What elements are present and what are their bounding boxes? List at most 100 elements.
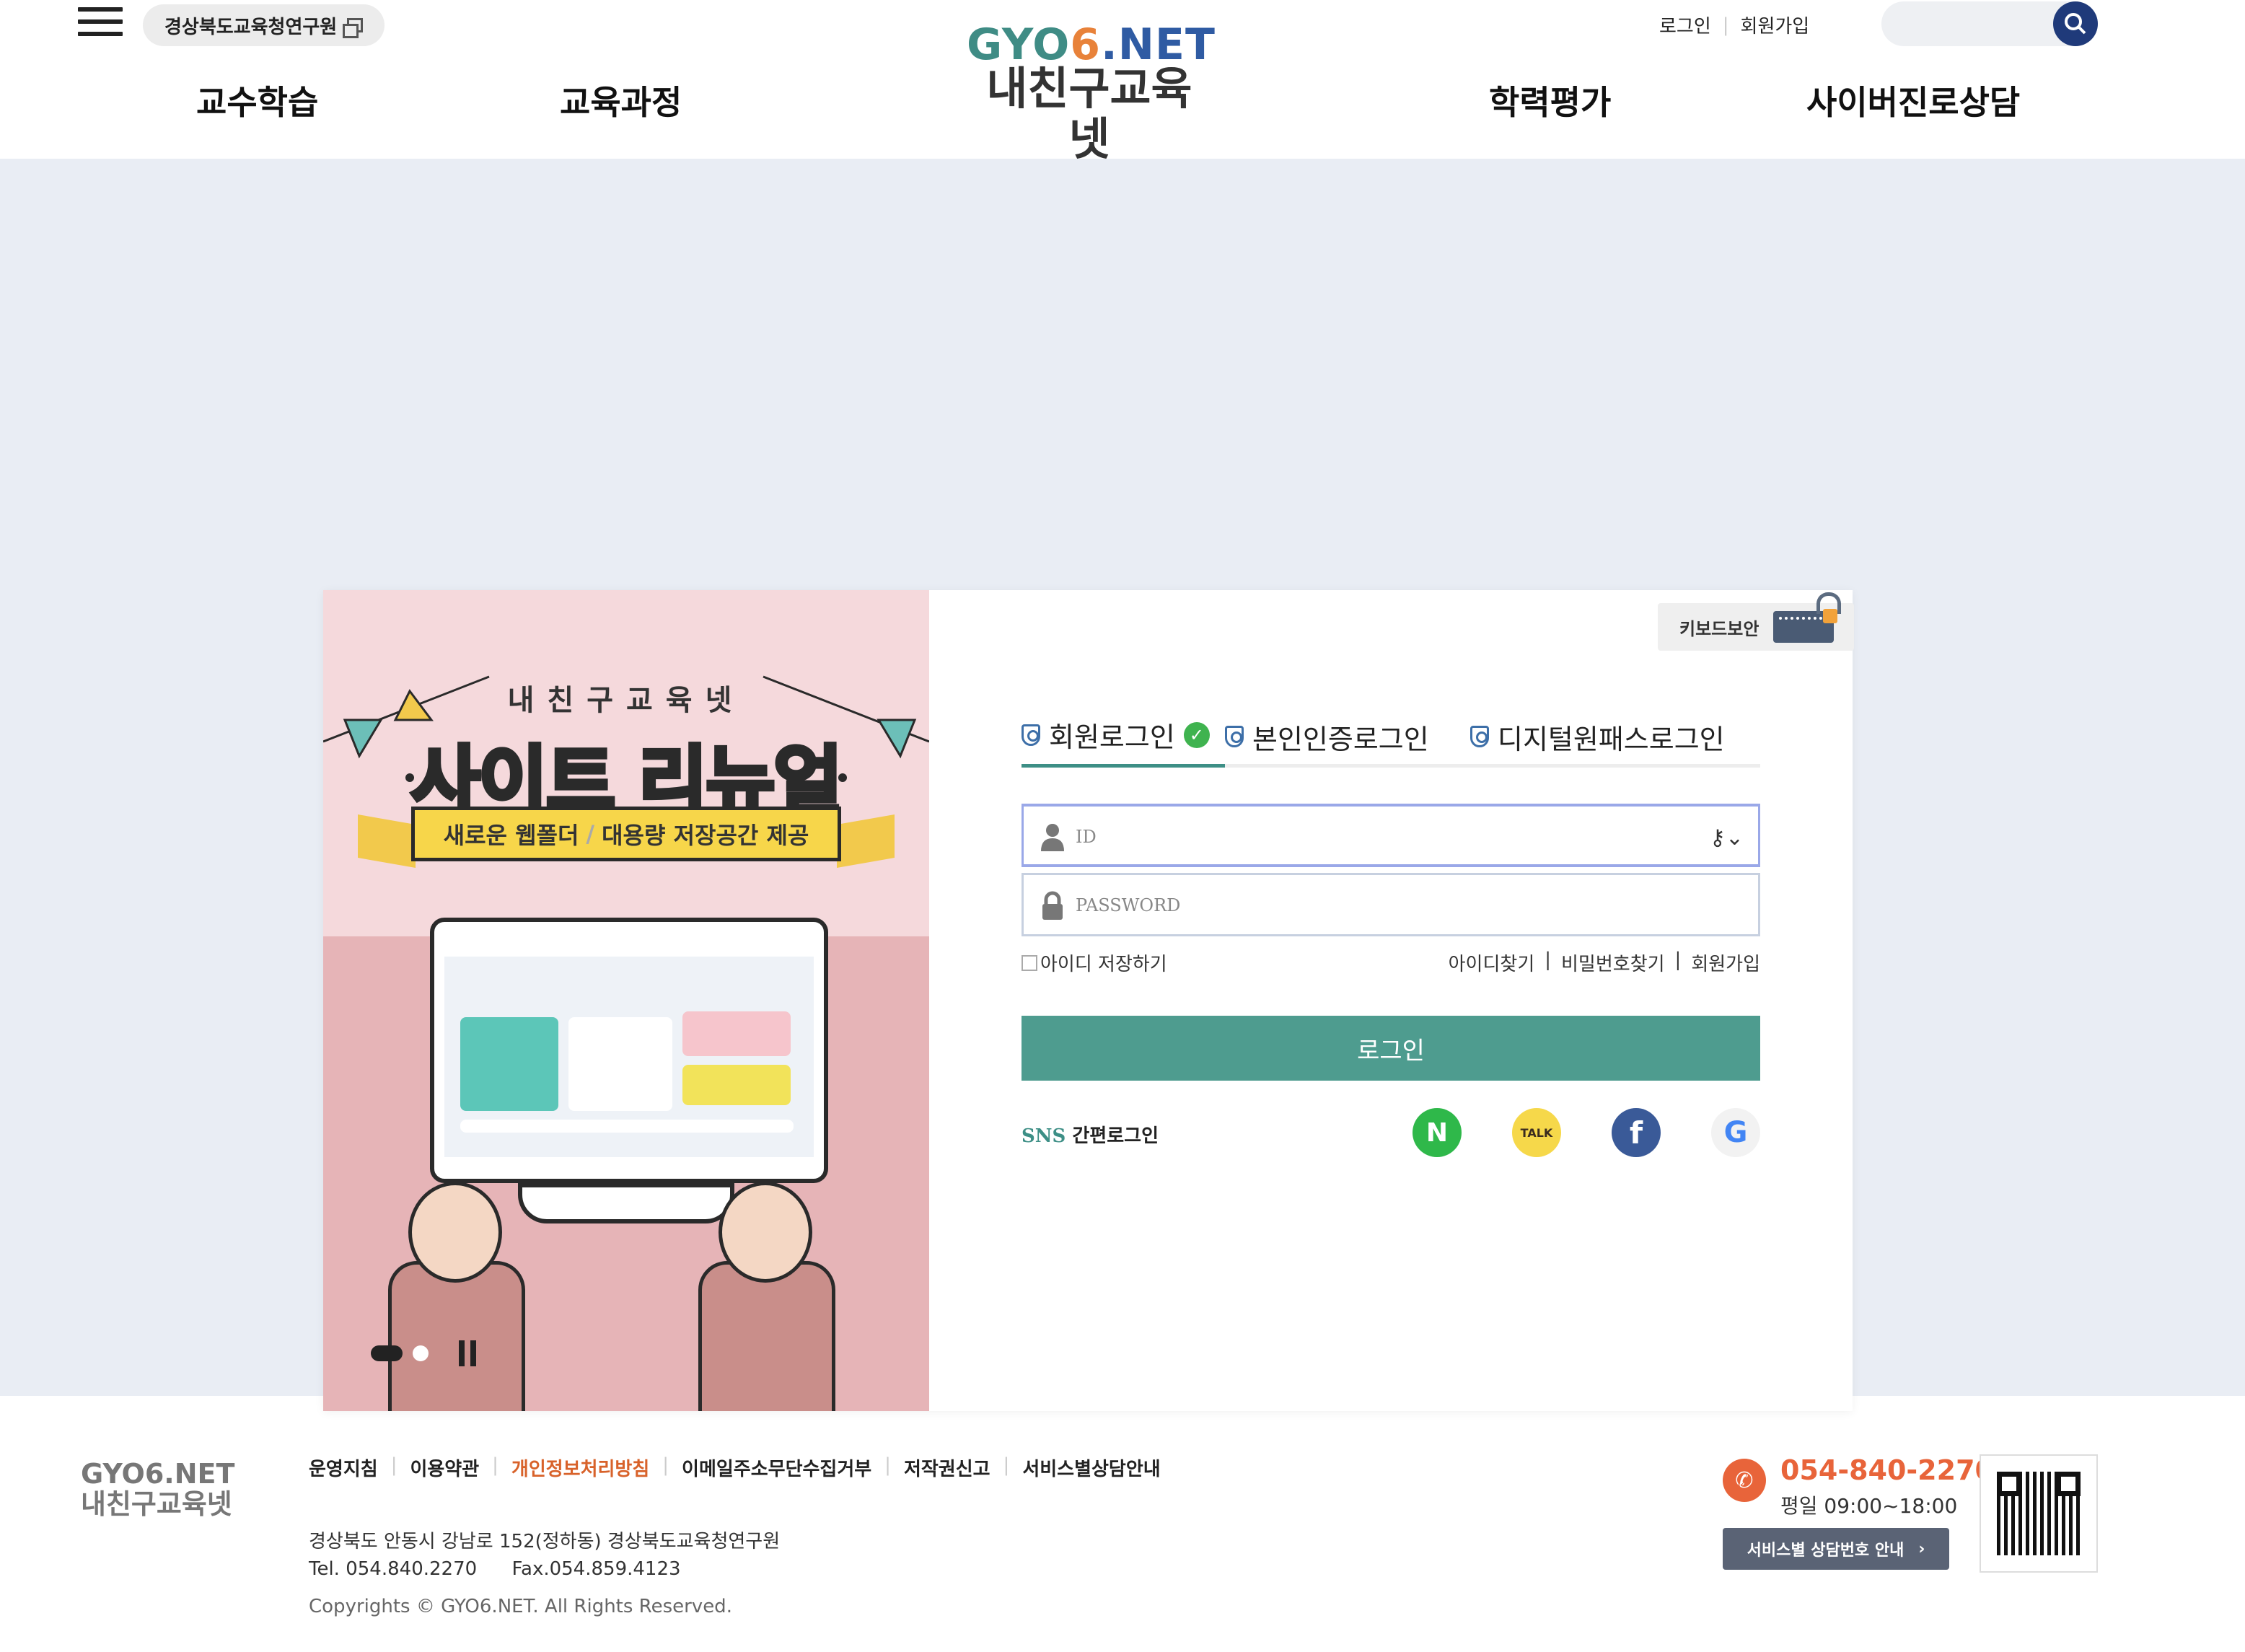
- login-button[interactable]: 로그인: [1022, 1016, 1760, 1081]
- site-header: 경상북도교육청연구원 GYO6.NET 내친구교육넷 로그인 | 회원가입 교수…: [0, 0, 2245, 164]
- nav-item-teaching[interactable]: 교수학습: [196, 76, 318, 124]
- sns-suffix: 간편로그인: [1072, 1125, 1159, 1147]
- sns-login-label: SNS 간편로그인: [1022, 1121, 1159, 1148]
- nav-item-career-counsel[interactable]: 사이버진로상담: [1806, 76, 2020, 124]
- external-link-icon: [343, 18, 364, 38]
- screen-tile: [682, 1065, 791, 1105]
- facebook-icon: f: [1629, 1115, 1643, 1151]
- join-link[interactable]: 회원가입: [1691, 949, 1760, 976]
- save-id-checkbox[interactable]: [1022, 954, 1037, 971]
- divider: |: [1003, 1454, 1010, 1476]
- divider: |: [1722, 14, 1729, 36]
- screen-tile: [682, 1011, 791, 1056]
- footer-link-terms[interactable]: 이용약관: [410, 1454, 479, 1481]
- tab-identity-login[interactable]: 본인인증로그인: [1225, 706, 1429, 768]
- character-body-left: [388, 1261, 525, 1411]
- footer-links: 운영지침 | 이용약관 | 개인정보처리방침 | 이메일주소무단수집거부 | 저…: [309, 1454, 1161, 1481]
- phone-icon: ✆: [1723, 1459, 1766, 1502]
- shield-icon: [1022, 724, 1040, 746]
- ribbon-end-right: [837, 814, 895, 869]
- service-button-label: 서비스별 상담번호 안내: [1747, 1542, 1904, 1560]
- org-link-label: 경상북도교육청연구원: [164, 16, 338, 38]
- naver-icon: N: [1425, 1117, 1449, 1148]
- divider: |: [1545, 949, 1552, 971]
- footer-logo-en: GYO6.NET: [81, 1458, 235, 1490]
- footer-link-service-counsel[interactable]: 서비스별상담안내: [1022, 1454, 1160, 1481]
- signup-link[interactable]: 회원가입: [1741, 12, 1810, 38]
- footer-phone-number: 054-840-2270: [1780, 1454, 1994, 1486]
- top-links: 로그인 | 회원가입: [1659, 12, 1809, 38]
- search-box: [1881, 1, 2098, 46]
- footer-logo-ko: 내친구교육넷: [81, 1488, 232, 1520]
- facebook-login-button[interactable]: f: [1612, 1108, 1661, 1157]
- banner-ribbon: 새로운 웹폴더 / 대용량 저장공간 제공: [411, 807, 841, 861]
- chevron-right-icon: ›: [1918, 1539, 1925, 1558]
- login-link[interactable]: 로그인: [1659, 12, 1711, 38]
- org-link[interactable]: 경상북도교육청연구원: [143, 4, 385, 46]
- kakao-login-button[interactable]: TALK: [1512, 1108, 1561, 1157]
- divider: |: [884, 1454, 891, 1476]
- lock-icon: [1816, 592, 1842, 623]
- banner-small-title: 내친구교육넷: [507, 684, 745, 717]
- password-placeholder: PASSWORD: [1076, 895, 1181, 915]
- account-links: 아이디찾기 | 비밀번호찾기 | 회원가입: [1449, 949, 1760, 976]
- tab-member-login[interactable]: 회원로그인 ✓: [1022, 706, 1225, 768]
- id-placeholder: ID: [1076, 827, 1097, 847]
- save-id-option[interactable]: 아이디 저장하기: [1022, 949, 1167, 976]
- keyboard-security-toggle[interactable]: 키보드보안: [1658, 592, 1854, 651]
- slide-indicator[interactable]: [413, 1345, 429, 1361]
- check-icon: ✓: [1183, 721, 1210, 748]
- keyboard-security-label: 키보드보안: [1679, 618, 1759, 639]
- shield-icon: [1225, 726, 1244, 747]
- id-field[interactable]: ID ⚷⌄: [1022, 804, 1760, 867]
- find-id-link[interactable]: 아이디찾기: [1449, 949, 1535, 976]
- footer-link-email-refusal[interactable]: 이메일주소무단수집거부: [682, 1454, 871, 1481]
- login-card: 내친구교육넷 사이트 리뉴얼 새로운 웹폴더 / 대용량 저장공간 제공 키보드…: [323, 590, 1854, 1411]
- google-icon: G: [1723, 1116, 1748, 1149]
- ribbon-separator: /: [586, 820, 595, 848]
- footer-tel: Tel. 054.840.2270: [309, 1558, 478, 1580]
- slide-controls: [371, 1340, 476, 1366]
- search-button[interactable]: [2053, 1, 2098, 46]
- tab-label: 회원로그인: [1049, 721, 1175, 753]
- footer-fax: Fax.054.859.4123: [511, 1558, 681, 1580]
- google-login-button[interactable]: G: [1711, 1108, 1760, 1157]
- search-input[interactable]: [1899, 9, 2043, 39]
- slide-indicator-active[interactable]: [371, 1345, 403, 1361]
- footer-logo[interactable]: GYO6.NET 내친구교육넷: [81, 1459, 234, 1519]
- character-face-left: [408, 1182, 502, 1283]
- keyboard-icon: [1773, 592, 1842, 643]
- find-password-link[interactable]: 비밀번호찾기: [1561, 949, 1665, 976]
- logo-text-korean: 내친구교육넷: [986, 62, 1192, 165]
- sns-prefix: SNS: [1022, 1125, 1066, 1147]
- ribbon-end-left: [358, 814, 416, 869]
- nav-item-assessment[interactable]: 학력평가: [1489, 76, 1611, 124]
- qr-code: [1980, 1454, 2098, 1573]
- screen-tile: [568, 1017, 672, 1111]
- footer-link-guidelines[interactable]: 운영지침: [309, 1454, 378, 1481]
- tab-label: 본인인증로그인: [1252, 723, 1429, 755]
- footer-hours: 평일 09:00~18:00: [1780, 1494, 1958, 1518]
- password-field[interactable]: PASSWORD: [1022, 873, 1760, 936]
- menu-icon[interactable]: [78, 7, 123, 36]
- save-id-label: 아이디 저장하기: [1040, 954, 1167, 975]
- key-dropdown-icon[interactable]: ⚷⌄: [1710, 825, 1744, 851]
- search-icon: [2065, 13, 2086, 35]
- user-icon: [1041, 824, 1064, 851]
- nav-item-curriculum[interactable]: 교육과정: [560, 76, 682, 124]
- ribbon-text-right: 대용량 저장공간 제공: [602, 822, 809, 849]
- character-body-right: [698, 1261, 835, 1411]
- footer-link-copyright-report[interactable]: 저작권신고: [904, 1454, 990, 1481]
- site-logo[interactable]: GYO6.NET 내친구교육넷: [967, 22, 1215, 165]
- screen-tile: [460, 1017, 558, 1111]
- kakao-icon: TALK: [1520, 1125, 1553, 1140]
- promo-banner[interactable]: 내친구교육넷 사이트 리뉴얼 새로운 웹폴더 / 대용량 저장공간 제공: [323, 590, 929, 1411]
- naver-login-button[interactable]: N: [1413, 1108, 1462, 1157]
- service-phone-guide-button[interactable]: 서비스별 상담번호 안내 ›: [1723, 1528, 1949, 1570]
- footer-link-privacy[interactable]: 개인정보처리방침: [511, 1454, 649, 1481]
- monitor-screen: [444, 957, 814, 1157]
- pause-icon[interactable]: [459, 1340, 476, 1366]
- divider: |: [492, 1454, 498, 1476]
- tab-digital-onepass-login[interactable]: 디지털원패스로그인: [1470, 706, 1725, 768]
- lock-icon: [1042, 891, 1063, 920]
